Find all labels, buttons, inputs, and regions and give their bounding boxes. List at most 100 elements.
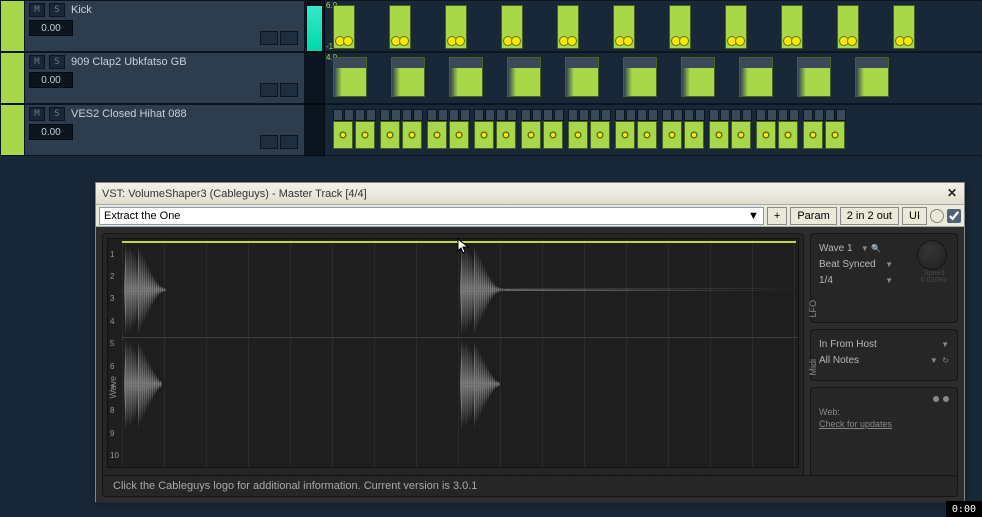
wave-section-label: Wave <box>108 376 118 399</box>
audio-clip-group[interactable] <box>380 109 424 149</box>
audio-clip[interactable] <box>389 5 411 49</box>
audio-clip[interactable] <box>623 57 657 97</box>
mute-button[interactable]: M <box>29 55 45 69</box>
audio-clip-group[interactable] <box>803 109 847 149</box>
wave-select-dropdown[interactable]: Wave 1▼ 🔍 <box>819 243 881 254</box>
audio-clip-group[interactable] <box>756 109 800 149</box>
track-insert-button[interactable] <box>260 83 278 97</box>
audio-clip-group[interactable] <box>521 109 565 149</box>
track-color-strip[interactable] <box>0 0 25 52</box>
audio-clip-group[interactable] <box>427 109 471 149</box>
track-header[interactable]: M S VES2 Closed Hihat 088 0.00 <box>25 104 305 156</box>
level-meter: 4.0 <box>305 52 325 104</box>
audio-clip-group[interactable] <box>615 109 659 149</box>
solo-button[interactable]: S <box>49 3 65 17</box>
midi-section-label: Midi <box>808 359 818 376</box>
track-pan-button[interactable] <box>280 31 298 45</box>
track-insert-button[interactable] <box>260 31 278 45</box>
vst-window: VST: VolumeShaper3 (Cableguys) - Master … <box>95 182 965 502</box>
volume-readout[interactable]: 0.00 <box>29 20 73 36</box>
midi-section: Midi In From Host▼ All Notes▼ ↻ <box>810 329 958 381</box>
audio-clip-group[interactable] <box>568 109 612 149</box>
track-insert-button[interactable] <box>260 135 278 149</box>
audio-clip-group[interactable] <box>662 109 706 149</box>
wave-ruler: 12 34 56 78 910 <box>110 243 119 467</box>
add-preset-button[interactable]: + <box>767 207 787 225</box>
audio-clip[interactable] <box>725 5 747 49</box>
midi-in-dropdown[interactable]: In From Host▼ <box>819 339 949 350</box>
mute-button[interactable]: M <box>29 3 45 17</box>
audio-clip[interactable] <box>781 5 803 49</box>
track-color-strip[interactable] <box>0 104 25 156</box>
level-meter <box>305 104 325 156</box>
sync-mode-dropdown[interactable]: Beat Synced▼ <box>819 259 893 270</box>
solo-button[interactable]: S <box>49 55 65 69</box>
close-icon[interactable]: ✕ <box>944 186 960 200</box>
audio-clip[interactable] <box>855 57 889 97</box>
bypass-button[interactable] <box>930 209 944 223</box>
track-color-strip[interactable] <box>0 52 25 104</box>
speed-knob[interactable]: Speed 0.020Hz <box>917 240 951 274</box>
volume-readout[interactable]: 0.00 <box>29 72 73 88</box>
track-name-label: Kick <box>71 4 92 16</box>
track-pan-button[interactable] <box>280 83 298 97</box>
track-row: M S Kick 0.00 6.0 -1.9 <box>0 0 982 52</box>
audio-clip[interactable] <box>333 5 355 49</box>
audio-clip[interactable] <box>557 5 579 49</box>
vst-title-text: VST: VolumeShaper3 (Cableguys) - Master … <box>102 188 367 200</box>
track-header[interactable]: M S Kick 0.00 <box>25 0 305 52</box>
audio-clip[interactable] <box>565 57 599 97</box>
track-name-label: 909 Clap2 Ubkfatso GB <box>71 56 187 68</box>
audio-clip[interactable] <box>391 57 425 97</box>
web-label: Web: <box>819 407 949 417</box>
volume-readout[interactable]: 0.00 <box>29 124 73 140</box>
vst-titlebar[interactable]: VST: VolumeShaper3 (Cableguys) - Master … <box>96 183 964 205</box>
transport-time: 0:00 <box>946 501 982 517</box>
cableguys-logo-icon[interactable] <box>933 395 949 409</box>
ui-toggle-button[interactable]: UI <box>902 207 927 225</box>
audio-clip[interactable] <box>837 5 859 49</box>
audio-clip[interactable] <box>669 5 691 49</box>
audio-clip[interactable] <box>449 57 483 97</box>
side-panel: LFO Wave 1▼ 🔍 Beat Synced▼ 1/4▼ Speed 0.… <box>810 233 958 497</box>
audio-clip-group[interactable] <box>474 109 518 149</box>
audio-clip-group[interactable] <box>709 109 753 149</box>
waveform-svg <box>122 243 798 432</box>
lfo-rate-dropdown[interactable]: 1/4▼ <box>819 275 893 286</box>
track-pan-button[interactable] <box>280 135 298 149</box>
preset-dropdown[interactable]: Extract the One ▼ <box>99 207 764 225</box>
clip-lane[interactable] <box>325 52 982 104</box>
audio-clip-group[interactable] <box>333 109 377 149</box>
audio-clip[interactable] <box>507 57 541 97</box>
mute-button[interactable]: M <box>29 107 45 121</box>
track-header[interactable]: M S 909 Clap2 Ubkfatso GB 0.00 <box>25 52 305 104</box>
clip-lane[interactable] <box>325 104 982 156</box>
param-button[interactable]: Param <box>790 207 836 225</box>
track-row: M S 909 Clap2 Ubkfatso GB 0.00 4.0 <box>0 52 982 104</box>
plugin-ui: 12 34 56 78 910 <box>96 227 964 503</box>
clip-lane[interactable] <box>325 0 982 52</box>
lfo-section-label: LFO <box>808 300 818 318</box>
wave-editor-panel: 12 34 56 78 910 <box>102 233 804 497</box>
audio-clip[interactable] <box>681 57 715 97</box>
check-updates-link[interactable]: Check for updates <box>819 419 949 429</box>
track-row: M S VES2 Closed Hihat 088 0.00 <box>0 104 982 156</box>
audio-clip[interactable] <box>333 57 367 97</box>
level-meter: 6.0 -1.9 <box>305 0 325 52</box>
audio-clip[interactable] <box>445 5 467 49</box>
solo-button[interactable]: S <box>49 107 65 121</box>
enable-checkbox[interactable] <box>947 209 961 223</box>
track-list: M S Kick 0.00 6.0 -1.9 <box>0 0 982 160</box>
audio-clip[interactable] <box>797 57 831 97</box>
info-text: Click the Cableguys logo for additional … <box>113 480 477 492</box>
audio-clip[interactable] <box>893 5 915 49</box>
audio-clip[interactable] <box>613 5 635 49</box>
midi-notes-dropdown[interactable]: All Notes▼ ↻ <box>819 355 949 366</box>
lfo-section: LFO Wave 1▼ 🔍 Beat Synced▼ 1/4▼ Speed 0.… <box>810 233 958 323</box>
waveform-display[interactable]: 12 34 56 78 910 <box>107 238 799 468</box>
track-name-label: VES2 Closed Hihat 088 <box>71 108 187 120</box>
status-info-bar: Click the Cableguys logo for additional … <box>102 475 958 497</box>
audio-clip[interactable] <box>501 5 523 49</box>
audio-clip[interactable] <box>739 57 773 97</box>
io-config-button[interactable]: 2 in 2 out <box>840 207 899 225</box>
